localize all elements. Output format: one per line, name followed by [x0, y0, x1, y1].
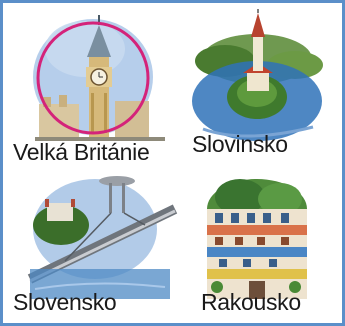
country-tile-slovensko[interactable]: Slovensko [13, 169, 185, 319]
country-label: Velká Británie [13, 139, 150, 165]
big-ben-illustration [33, 15, 165, 141]
country-tile-velka-britanie[interactable]: Velká Británie [13, 9, 185, 165]
country-label: Rakousko [201, 289, 301, 315]
country-tile-rakousko[interactable]: Rakousko [185, 169, 345, 319]
country-label: Slovensko [13, 289, 117, 315]
country-tile-slovinsko[interactable]: Slovinsko [185, 9, 345, 159]
country-label: Slovinsko [192, 131, 288, 157]
country-picker-panel: Velká Británie Slovinsko Slovensko Rakou… [0, 0, 345, 326]
